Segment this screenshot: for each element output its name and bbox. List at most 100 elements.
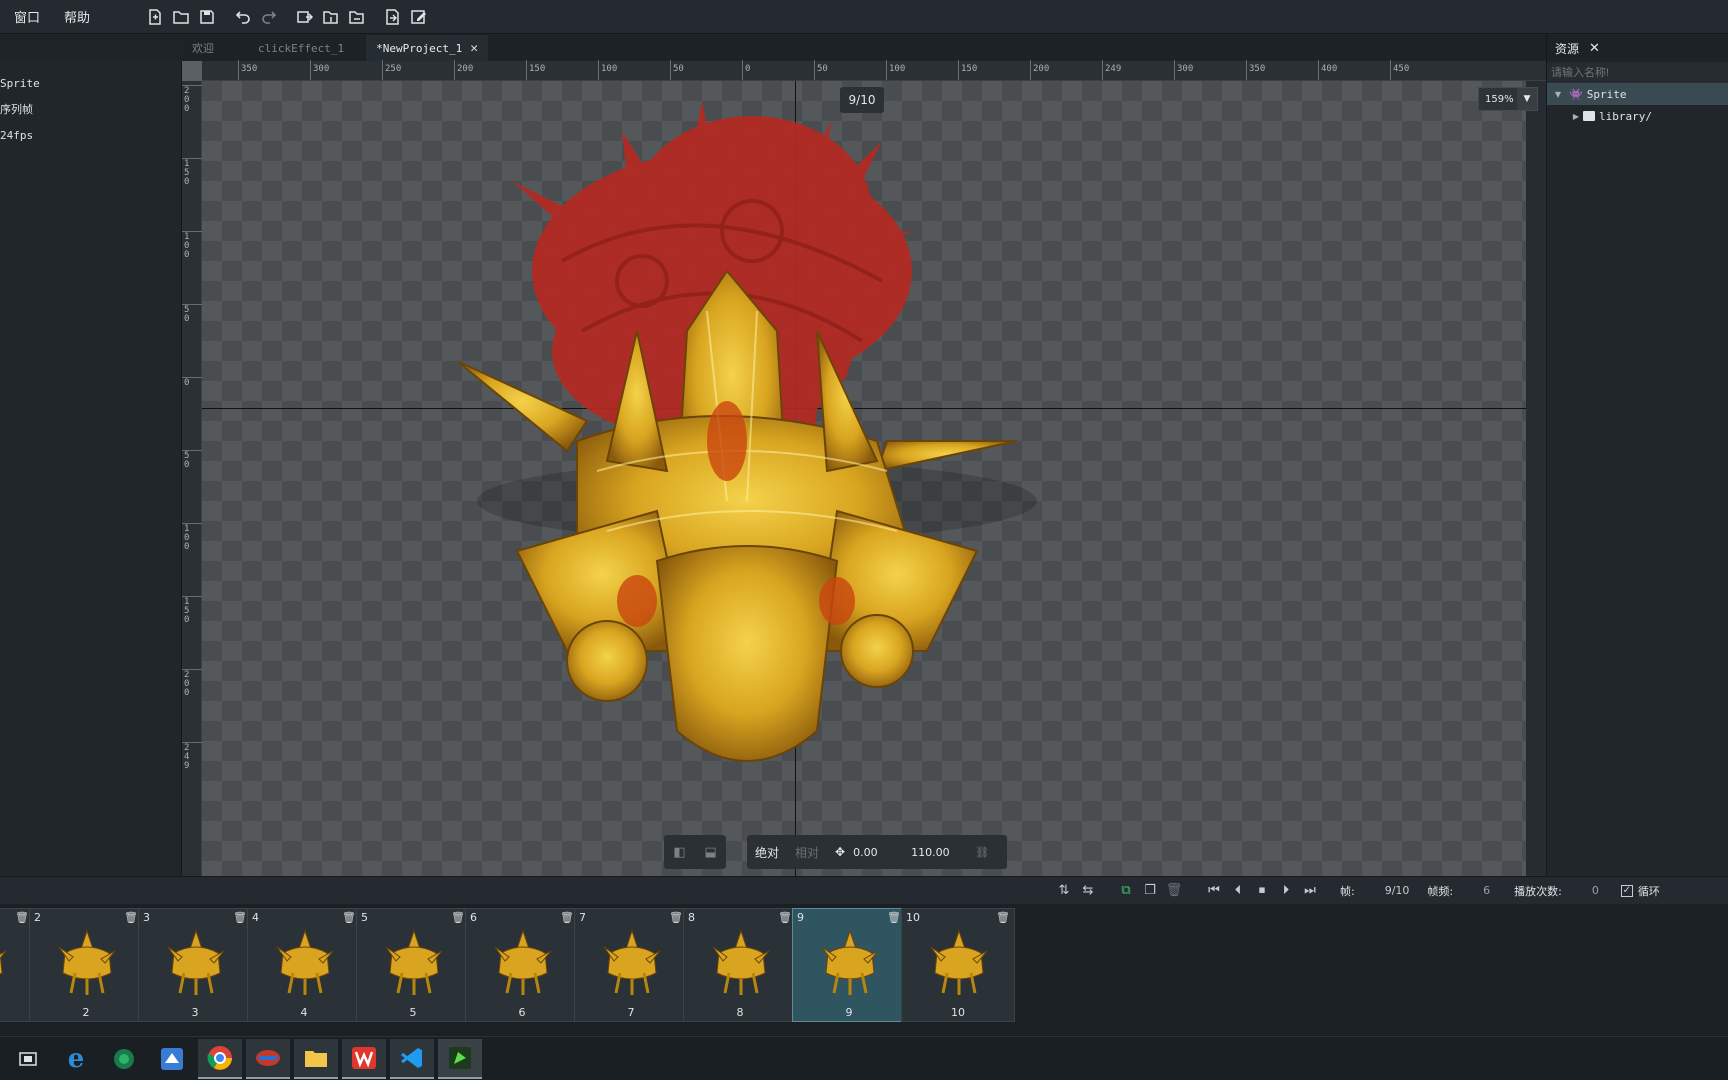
chevron-right-icon[interactable]: ▶ <box>1547 112 1583 121</box>
menu-window[interactable]: 窗口 <box>2 7 52 26</box>
swap-frames-icon[interactable]: ⇆ <box>1076 879 1100 903</box>
tree-item-library[interactable]: ▶ library/ <box>1547 105 1728 127</box>
trash-icon[interactable]: 🗑 <box>996 911 1010 924</box>
tab-newproject[interactable]: *NewProject_1 ✕ <box>366 35 489 61</box>
zoom-value: 159% <box>1485 93 1514 105</box>
editor-app-icon[interactable] <box>438 1038 482 1079</box>
frame-thumbnail[interactable]: 3 🗑 3 <box>138 908 252 1022</box>
loop-checkbox[interactable]: ✓ <box>1620 884 1633 897</box>
ruler-label: 100 <box>184 232 190 260</box>
frame-image <box>820 929 880 997</box>
mode-absolute-button[interactable]: 绝对 <box>747 844 787 861</box>
trash-icon[interactable]: 🗑 <box>560 911 574 924</box>
tree-item-sprite[interactable]: ▼ 👾 Sprite <box>1547 83 1728 105</box>
add-frame-icon[interactable]: ⧉ <box>1114 879 1138 903</box>
app-green-icon[interactable] <box>102 1039 146 1079</box>
frame-number: 7 <box>579 911 586 924</box>
chevron-down-icon[interactable]: ▼ <box>1547 90 1569 99</box>
open-folder-icon[interactable] <box>168 4 194 30</box>
save-icon[interactable] <box>194 4 220 30</box>
trash-icon[interactable]: 🗑 <box>778 911 792 924</box>
explorer-icon[interactable] <box>294 1038 338 1079</box>
close-icon[interactable]: ✕ <box>1589 41 1600 56</box>
vscode-icon[interactable] <box>390 1038 434 1079</box>
chevron-down-icon[interactable]: ▼ <box>1517 88 1537 110</box>
resources-title: 资源 <box>1555 41 1580 56</box>
flip-vertical-icon[interactable]: ⬓ <box>704 845 716 860</box>
frame-image <box>275 929 335 997</box>
ruler-label: 50 <box>817 64 828 74</box>
app-blue-bird-icon[interactable] <box>150 1039 194 1079</box>
new-file-icon[interactable] <box>142 4 168 30</box>
y-input[interactable]: 110.00 <box>911 846 975 859</box>
frame-thumbnail[interactable]: 9 🗑 9 <box>792 908 906 1022</box>
frame-thumbnail[interactable]: 6 🗑 6 <box>465 908 579 1022</box>
trash-icon[interactable]: 🗑 <box>887 911 901 924</box>
next-frame-icon[interactable]: ⏵ <box>1274 879 1298 903</box>
frame-thumbnail[interactable]: 7 🗑 7 <box>574 908 688 1022</box>
frame-number: 5 <box>361 911 368 924</box>
flip-horizontal-icon[interactable]: ◧ <box>673 845 685 860</box>
edit-icon[interactable] <box>406 4 432 30</box>
trash-icon[interactable]: 🗑 <box>342 911 356 924</box>
frame-image <box>602 929 662 997</box>
trash-icon[interactable]: 🗑 <box>1162 879 1186 903</box>
wps-icon[interactable] <box>342 1038 386 1079</box>
ruler-tick <box>1174 60 1175 80</box>
prev-frame-icon[interactable]: ⏴ <box>1226 879 1250 903</box>
ie-icon[interactable]: e <box>54 1039 98 1079</box>
frame-thumbnail[interactable]: 5 🗑 5 <box>356 908 470 1022</box>
close-icon[interactable]: ✕ <box>470 41 478 56</box>
frame-number: 6 <box>470 911 477 924</box>
ruler-tick <box>1030 60 1031 80</box>
undo-icon[interactable] <box>230 4 256 30</box>
stop-icon[interactable]: ⏹ <box>1250 879 1274 903</box>
ruler-label: 50 <box>673 64 684 74</box>
export-folder-icon[interactable] <box>344 4 370 30</box>
trash-icon[interactable]: 🗑 <box>15 911 29 924</box>
ruler-tick <box>1390 60 1391 80</box>
frame-thumbnail[interactable]: 10 🗑 10 <box>901 908 1015 1022</box>
task-view-icon[interactable] <box>6 1039 50 1079</box>
frame-thumbnail[interactable]: 2 🗑 2 <box>29 908 143 1022</box>
frame-thumbnail[interactable]: 8 🗑 8 <box>683 908 797 1022</box>
fps-input[interactable]: 6 <box>1483 884 1490 897</box>
resource-search-input[interactable] <box>1547 63 1728 83</box>
import-image-icon[interactable] <box>292 4 318 30</box>
play-count-input[interactable]: 0 <box>1592 884 1599 897</box>
tab-welcome[interactable]: 欢迎 <box>182 35 224 61</box>
fps-label: 帧频: <box>1427 884 1454 898</box>
align-frames-icon[interactable]: ⇅ <box>1052 879 1076 903</box>
redo-icon[interactable] <box>256 4 282 30</box>
ruler-label: 350 <box>241 64 258 74</box>
stage-canvas[interactable] <box>202 81 1526 876</box>
frame-label: 帧: <box>1340 884 1355 898</box>
frame-thumbnail[interactable]: 4 🗑 4 <box>247 908 361 1022</box>
trash-icon[interactable]: 🗑 <box>451 911 465 924</box>
frame-image <box>929 929 989 997</box>
last-frame-icon[interactable]: ⏭ <box>1298 879 1322 903</box>
link-icon[interactable]: ⛓ <box>975 846 989 859</box>
tab-clickeffect[interactable]: clickEffect_1 <box>248 35 354 61</box>
ruler-label: 50 <box>184 451 190 470</box>
trash-icon[interactable]: 🗑 <box>669 911 683 924</box>
first-frame-icon[interactable]: ⏮ <box>1202 879 1226 903</box>
trash-icon[interactable]: 🗑 <box>233 911 247 924</box>
publish-icon[interactable] <box>380 4 406 30</box>
frame-image <box>0 929 8 997</box>
mode-relative-button[interactable]: 相对 <box>787 844 827 861</box>
transform-toolbar: 绝对 相对 ✥ 0.00 110.00 ⛓ <box>747 835 1007 869</box>
copy-frame-icon[interactable]: ❐ <box>1138 879 1162 903</box>
ruler-label: 150 <box>184 159 190 187</box>
menu-help[interactable]: 帮助 <box>52 7 102 26</box>
x-input[interactable]: 0.00 <box>853 846 911 859</box>
app-red-icon[interactable] <box>246 1038 290 1079</box>
chrome-icon[interactable] <box>198 1038 242 1079</box>
trash-icon[interactable]: 🗑 <box>124 911 138 924</box>
import-folder-icon[interactable] <box>318 4 344 30</box>
frame-caption: 6 <box>518 1006 526 1019</box>
tab-label: *NewProject_1 <box>376 41 463 55</box>
frame-caption: 7 <box>627 1006 635 1019</box>
frame-caption: 8 <box>736 1006 744 1019</box>
zoom-select[interactable]: 159% ▼ <box>1478 87 1538 111</box>
